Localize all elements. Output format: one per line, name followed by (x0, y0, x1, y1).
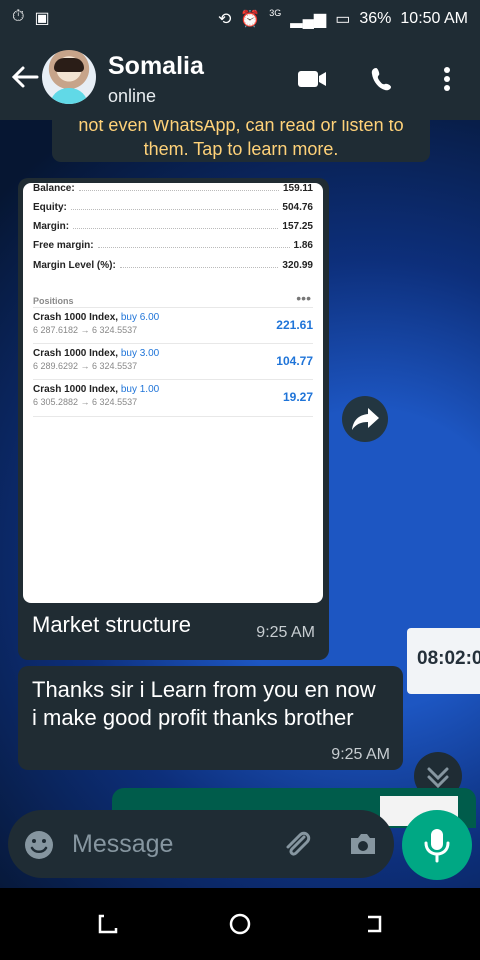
battery-icon: ▭ (335, 11, 351, 28)
video-call-icon[interactable] (296, 64, 328, 94)
back-nav-icon[interactable] (360, 910, 388, 938)
clock: 10:50 AM (400, 10, 468, 27)
alarm-icon: ⏰ (240, 11, 261, 28)
encryption-notice[interactable]: not even WhatsApp, can read or listen to… (52, 120, 430, 162)
free-margin-row: Free margin: 1.86 (33, 240, 313, 251)
stopwatch-icon: ⏱ (12, 8, 25, 25)
chat-header: Somalia online (0, 36, 480, 120)
home-icon[interactable] (226, 910, 254, 938)
image-message[interactable]: Balance: 159.11 Equity: 504.76 Margin: 157.… (18, 178, 329, 660)
mic-icon (424, 829, 450, 863)
position-row: Crash 1000 Index, buy 3.00 6 289.6292 → … (33, 343, 313, 380)
recent-apps-icon[interactable] (94, 910, 122, 938)
message-text: Thanks sir i Learn from you en now i mak… (32, 677, 376, 730)
chat-area[interactable]: 08:02:0 not even WhatsApp, can read or l… (0, 120, 480, 890)
positions-title: Positions (33, 296, 74, 306)
forward-icon (352, 408, 379, 430)
balance-row: Balance: 159.11 (33, 183, 313, 194)
trading-screenshot[interactable]: Balance: 159.11 Equity: 504.76 Margin: 157.… (23, 183, 323, 603)
message-composer[interactable]: Message (8, 810, 394, 878)
back-arrow-icon[interactable] (10, 62, 40, 92)
battery-percent: 36% (359, 10, 392, 27)
status-bar: ⏱ ▣ ⟲ ⏰ 3G ▂▄▆ ▭ 36% 10:50 AM (0, 0, 480, 36)
equity-row: Equity: 504.76 (33, 202, 313, 213)
message-input[interactable]: Message (72, 830, 173, 859)
more-vertical-icon[interactable] (434, 64, 466, 94)
emoji-icon[interactable] (22, 828, 56, 862)
message-time: 9:25 AM (256, 624, 315, 641)
phone-icon[interactable] (368, 64, 400, 94)
notice-line-2: them. Tap to learn more. (143, 139, 339, 159)
contact-name[interactable]: Somalia (108, 52, 204, 81)
background-clock: 08:02:0 (407, 628, 480, 694)
avatar[interactable] (42, 50, 96, 104)
network-type: 3G (269, 8, 282, 18)
notice-line-1: not even WhatsApp, can read or listen to (78, 120, 404, 135)
attach-icon[interactable] (280, 828, 314, 862)
forward-button[interactable] (342, 396, 388, 442)
text-message[interactable]: Thanks sir i Learn from you en now i mak… (18, 666, 403, 770)
signal-icon: ▂▄▆ (290, 11, 327, 28)
message-time: 9:25 AM (331, 746, 390, 763)
position-row: Crash 1000 Index, buy 6.00 6 287.6182 → … (33, 307, 313, 344)
image-caption: Market structure (32, 612, 191, 637)
margin-level-row: Margin Level (%): 320.99 (33, 260, 313, 271)
camera-icon[interactable] (346, 828, 380, 862)
mic-button[interactable] (402, 810, 472, 880)
system-nav-bar (0, 888, 480, 960)
positions-menu: ••• (296, 290, 311, 306)
contact-status: online (108, 86, 157, 106)
position-row: Crash 1000 Index, buy 1.00 6 305.2882 → … (33, 379, 313, 417)
margin-row: Margin: 157.25 (33, 221, 313, 232)
battery-saver-icon: ▣ (34, 10, 50, 27)
rotation-lock-icon: ⟲ (217, 11, 232, 28)
